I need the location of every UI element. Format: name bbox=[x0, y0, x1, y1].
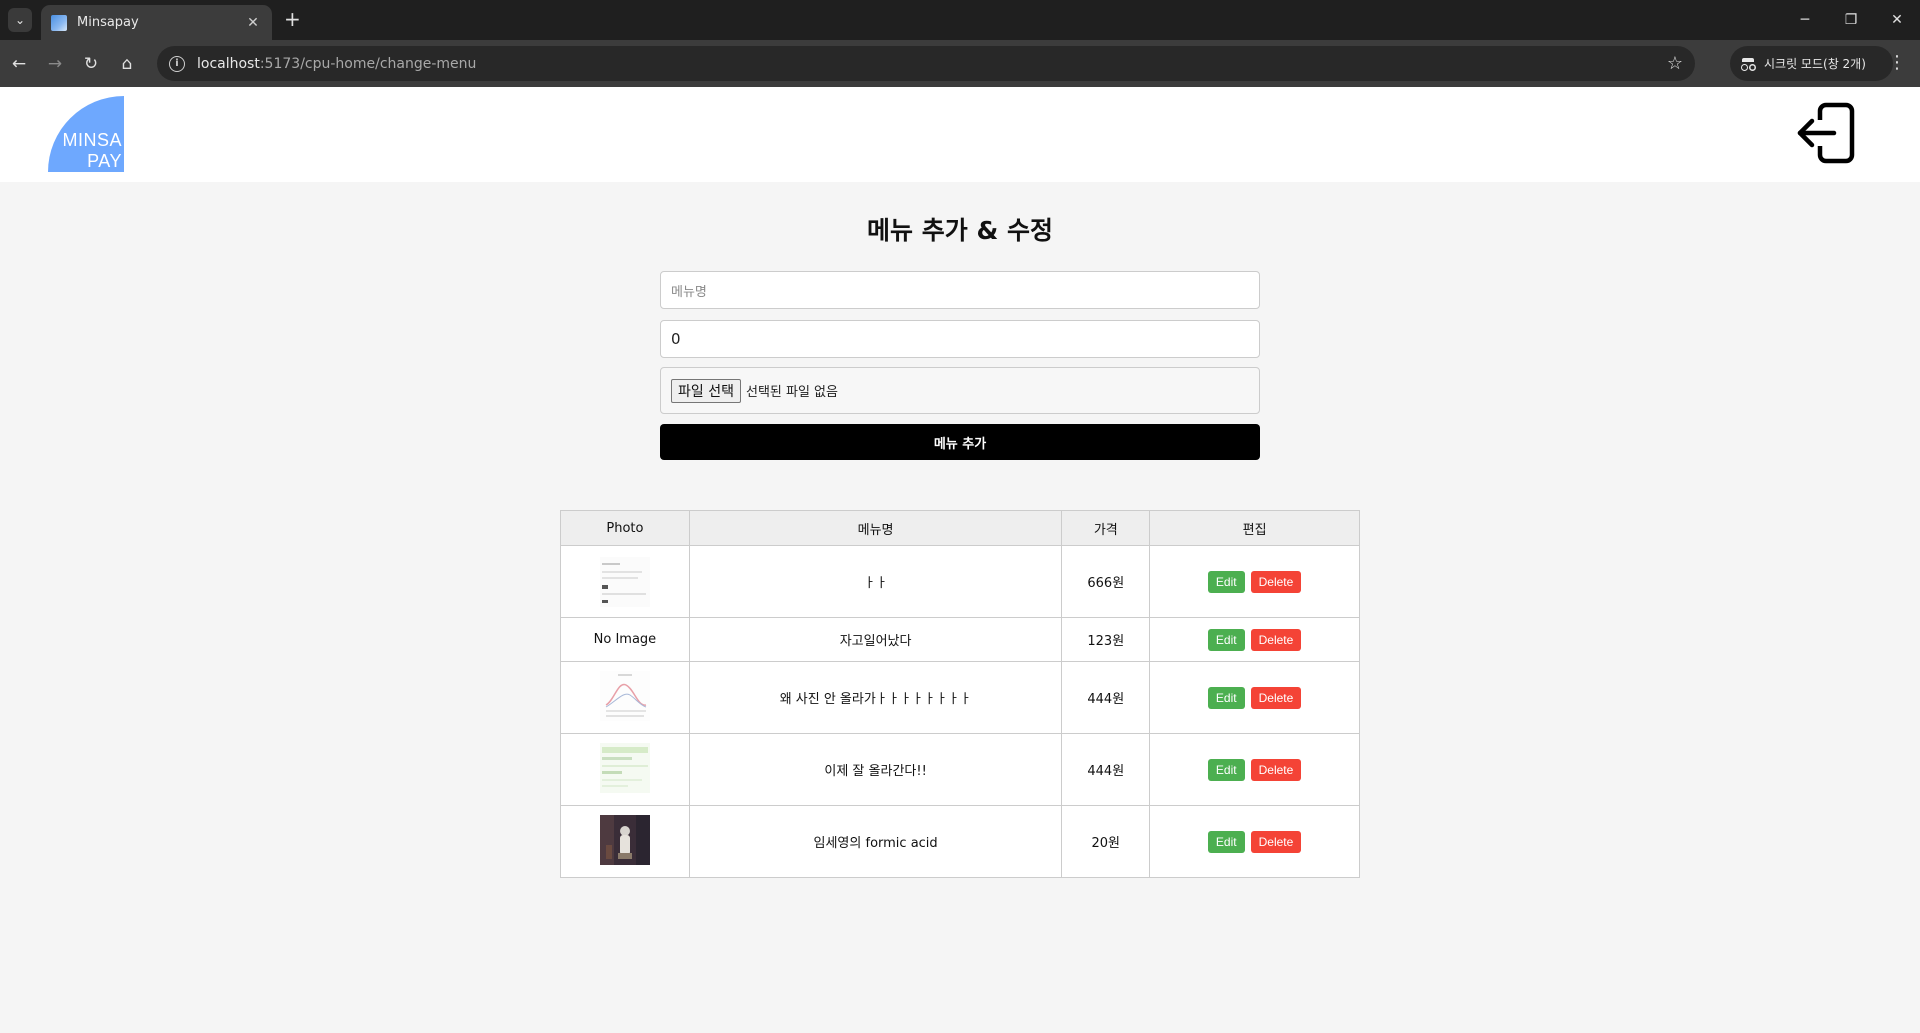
tab-favicon-icon bbox=[51, 14, 67, 31]
price-cell: 123원 bbox=[1061, 617, 1151, 662]
edit-cell: Edit Delete bbox=[1149, 545, 1360, 618]
browser-menu-icon[interactable]: ⋮ bbox=[1888, 54, 1906, 72]
edit-cell: Edit Delete bbox=[1149, 805, 1360, 878]
page: MINSA PAY 메뉴 추가 & 수정 메뉴명 0 파일 선택 선택된 파일 … bbox=[0, 87, 1920, 1033]
menu-name-cell: 이제 잘 올라간다!! bbox=[688, 733, 1063, 806]
forward-arrow-icon[interactable]: → bbox=[38, 47, 72, 81]
menu-name-cell: ㅏㅏ bbox=[688, 545, 1063, 618]
edit-button[interactable]: Edit bbox=[1207, 758, 1245, 781]
table-row: 임세영의 formic acid 20원 Edit Delete bbox=[560, 805, 1360, 878]
app-header: MINSA PAY bbox=[0, 87, 1920, 182]
photo-cell bbox=[560, 661, 690, 734]
delete-button[interactable]: Delete bbox=[1250, 686, 1302, 709]
delete-button[interactable]: Delete bbox=[1250, 830, 1302, 853]
tab-title: Minsapay bbox=[77, 15, 139, 30]
price-input[interactable]: 0 bbox=[660, 320, 1260, 358]
table-row: 이제 잘 올라간다!! 444원 Edit Delete bbox=[560, 733, 1360, 806]
header-photo: Photo bbox=[560, 510, 690, 546]
menu-photo-thumbnail bbox=[599, 670, 650, 721]
new-tab-plus-icon[interactable]: + bbox=[284, 9, 301, 29]
table-row: ㅏㅏ 666원 Edit Delete bbox=[560, 545, 1360, 618]
header-edit: 편집 bbox=[1149, 510, 1360, 546]
edit-cell: Edit Delete bbox=[1149, 617, 1360, 662]
page-title: 메뉴 추가 & 수정 bbox=[867, 216, 1053, 245]
url-host: localhost bbox=[197, 55, 260, 72]
price-value: 0 bbox=[671, 330, 681, 348]
table-row: 왜 사진 안 올라가ㅏㅏㅏㅏㅏㅏㅏㅏ 444원 Edit Delete bbox=[560, 661, 1360, 734]
header-price: 가격 bbox=[1061, 510, 1151, 546]
logout-icon[interactable] bbox=[1796, 100, 1858, 166]
menu-name-cell: 왜 사진 안 올라가ㅏㅏㅏㅏㅏㅏㅏㅏ bbox=[688, 661, 1063, 734]
add-menu-button[interactable]: 메뉴 추가 bbox=[660, 424, 1260, 460]
menu-photo-thumbnail bbox=[599, 814, 650, 865]
edit-cell: Edit Delete bbox=[1149, 661, 1360, 734]
window-controls: ─ ❐ ✕ bbox=[1782, 0, 1920, 40]
table-header-row: Photo 메뉴명 가격 편집 bbox=[560, 510, 1360, 546]
minsapay-logo[interactable]: MINSA PAY bbox=[48, 96, 124, 172]
edit-button[interactable]: Edit bbox=[1207, 570, 1245, 593]
address-bar[interactable]: i localhost:5173/cpu-home/change-menu ☆ bbox=[157, 46, 1695, 81]
url-path: :5173/cpu-home/change-menu bbox=[259, 55, 477, 72]
site-info-icon[interactable]: i bbox=[169, 55, 185, 72]
tab-search-chevron-icon[interactable]: ⌄ bbox=[8, 8, 32, 32]
logo-text-line1: MINSA bbox=[62, 130, 122, 150]
file-status: 선택된 파일 없음 bbox=[745, 385, 838, 400]
bookmark-star-icon[interactable]: ☆ bbox=[1667, 53, 1683, 74]
no-image-label: No Image bbox=[593, 632, 657, 647]
edit-button[interactable]: Edit bbox=[1207, 830, 1245, 853]
home-icon[interactable]: ⌂ bbox=[110, 47, 144, 81]
price-cell: 20원 bbox=[1061, 805, 1151, 878]
menu-name-input[interactable]: 메뉴명 bbox=[660, 271, 1260, 309]
file-input: 파일 선택 선택된 파일 없음 bbox=[660, 367, 1260, 414]
photo-cell bbox=[560, 733, 690, 806]
menu-table: Photo 메뉴명 가격 편집 ㅏㅏ 666원 Edit Delete No I… bbox=[560, 510, 1360, 878]
menu-photo-thumbnail bbox=[599, 742, 650, 793]
edit-button[interactable]: Edit bbox=[1207, 628, 1245, 651]
table-row: No Image 자고일어났다 123원 Edit Delete bbox=[560, 617, 1360, 662]
back-arrow-icon[interactable]: ← bbox=[2, 47, 36, 81]
window-close-icon[interactable]: ✕ bbox=[1874, 0, 1920, 40]
tab-close-icon[interactable]: ✕ bbox=[244, 15, 262, 31]
incognito-icon bbox=[1740, 57, 1756, 71]
menu-name-cell: 자고일어났다 bbox=[688, 617, 1063, 662]
photo-cell bbox=[560, 805, 690, 878]
browser-tab[interactable]: Minsapay ✕ bbox=[41, 5, 272, 40]
price-cell: 666원 bbox=[1061, 545, 1151, 618]
delete-button[interactable]: Delete bbox=[1250, 628, 1302, 651]
logo-text-line2: PAY bbox=[87, 151, 122, 171]
price-cell: 444원 bbox=[1061, 661, 1151, 734]
delete-button[interactable]: Delete bbox=[1250, 758, 1302, 781]
menu-photo-thumbnail bbox=[599, 556, 650, 607]
header-menu-name: 메뉴명 bbox=[688, 510, 1063, 546]
delete-button[interactable]: Delete bbox=[1250, 570, 1302, 593]
menu-name-cell: 임세영의 formic acid bbox=[688, 805, 1063, 878]
reload-icon[interactable]: ↻ bbox=[74, 47, 108, 81]
edit-button[interactable]: Edit bbox=[1207, 686, 1245, 709]
browser-toolbar: ← → ↻ ⌂ i localhost:5173/cpu-home/change… bbox=[0, 40, 1920, 87]
restore-icon[interactable]: ❐ bbox=[1828, 0, 1874, 40]
file-choose-button[interactable]: 파일 선택 bbox=[671, 378, 741, 403]
incognito-label: 시크릿 모드(창 2개) bbox=[1764, 57, 1866, 71]
price-cell: 444원 bbox=[1061, 733, 1151, 806]
browser-tab-bar: ⌄ Minsapay ✕ + ─ ❐ ✕ bbox=[0, 0, 1920, 40]
incognito-indicator[interactable]: 시크릿 모드(창 2개) bbox=[1730, 46, 1893, 81]
photo-cell bbox=[560, 545, 690, 618]
edit-cell: Edit Delete bbox=[1149, 733, 1360, 806]
minimize-icon[interactable]: ─ bbox=[1782, 0, 1828, 40]
photo-cell: No Image bbox=[560, 617, 690, 662]
menu-name-placeholder: 메뉴명 bbox=[671, 284, 707, 300]
